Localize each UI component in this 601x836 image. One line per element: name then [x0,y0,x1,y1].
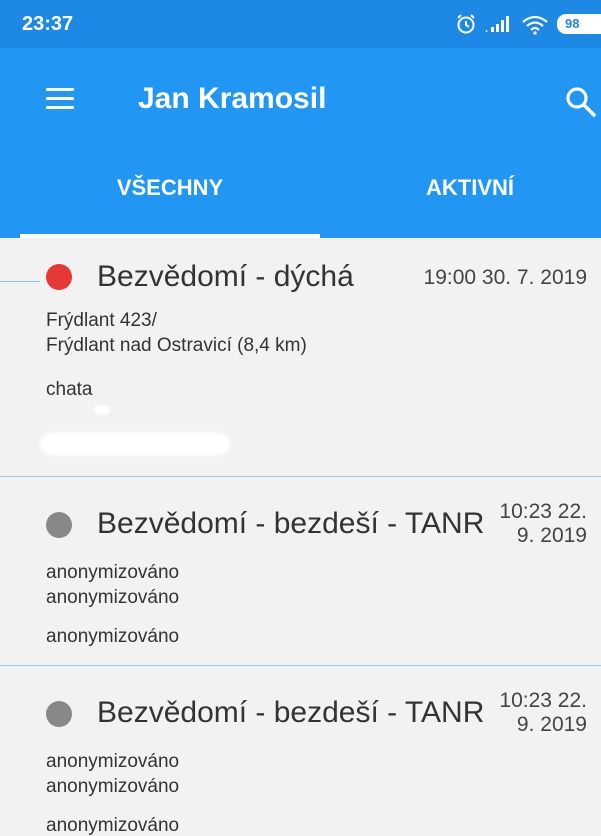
incident-note: anonymizováno [46,626,180,647]
incident-date-line2: 9. 2019 [516,524,587,547]
incident-item[interactable]: Bezvědomí - bezdeší - TANR 10:23 22. 9. … [0,477,601,666]
incident-address-line2: Frýdlant nad Ostravicí (8,4 km) [46,335,307,356]
divider-tick [0,281,40,282]
incident-date-line1: 19:00 30. 7. 2019 [423,266,587,289]
tab-active-label: AKTIVNÍ [426,175,514,200]
signal-icon: . [485,16,509,34]
battery-icon: 98 [557,14,601,34]
incident-address-line2: anonymizováno [46,587,180,608]
menu-button[interactable] [46,88,74,112]
incident-title: Bezvědomí - bezdeší - TANR [97,696,485,729]
incident-address-line1: anonymizováno [46,562,180,583]
search-icon [566,87,596,117]
incident-item[interactable]: Bezvědomí - bezdeší - TANR 10:23 22. 9. … [0,666,601,836]
status-icons: . 98 [455,10,601,38]
incident-item[interactable]: Bezvědomí - dýchá 19:00 30. 7. 2019 Frýd… [0,238,601,477]
redaction-mark [40,433,230,455]
incident-address-line1: Frýdlant 423/ [46,310,157,331]
incident-date-line1: 10:23 22. [499,500,587,523]
svg-text:.: . [485,23,488,34]
status-bar: 23:37 . 98 [0,0,601,48]
battery-level: 98 [565,16,580,31]
status-time: 23:37 [22,13,74,35]
incident-note: chata [46,379,93,400]
wifi-icon [522,15,548,35]
incident-date: 10:23 22. 9. 2019 [499,689,587,737]
status-dot-icon [46,701,72,727]
incident-address-line1: anonymizováno [46,751,180,772]
app-bar: Jan Kramosil VŠECHNY AKTIVNÍ [0,48,601,238]
incident-note: anonymizováno [46,815,180,836]
incident-address: anonymizováno anonymizováno [46,749,179,799]
incident-date-line2: 9. 2019 [516,713,587,736]
incident-title: Bezvědomí - dýchá [97,260,354,293]
incident-address-line2: anonymizováno [46,776,180,797]
incident-title: Bezvědomí - bezdeší - TANR [97,507,485,540]
menu-icon [46,88,74,109]
tab-all[interactable]: VŠECHNY [20,158,320,238]
search-button[interactable] [563,84,599,120]
status-dot-icon [46,512,72,538]
status-dot-icon [46,264,72,290]
incident-date-line1: 10:23 22. [499,689,587,712]
redaction-mark [94,405,110,415]
app-title: Jan Kramosil [138,82,327,115]
tab-all-label: VŠECHNY [116,175,224,200]
alarm-icon [457,14,475,34]
app-screen: 23:37 . 98 Jan Kramosil VŠECHNY AKTIVNÍ … [0,0,601,836]
incident-date: 19:00 30. 7. 2019 [424,266,587,290]
incident-list: Bezvědomí - dýchá 19:00 30. 7. 2019 Frýd… [0,238,601,836]
incident-address: anonymizováno anonymizováno [46,560,179,610]
tab-active[interactable]: AKTIVNÍ [320,158,601,238]
incident-address: Frýdlant 423/ Frýdlant nad Ostravicí (8,… [46,308,307,358]
incident-date: 10:23 22. 9. 2019 [499,500,587,548]
